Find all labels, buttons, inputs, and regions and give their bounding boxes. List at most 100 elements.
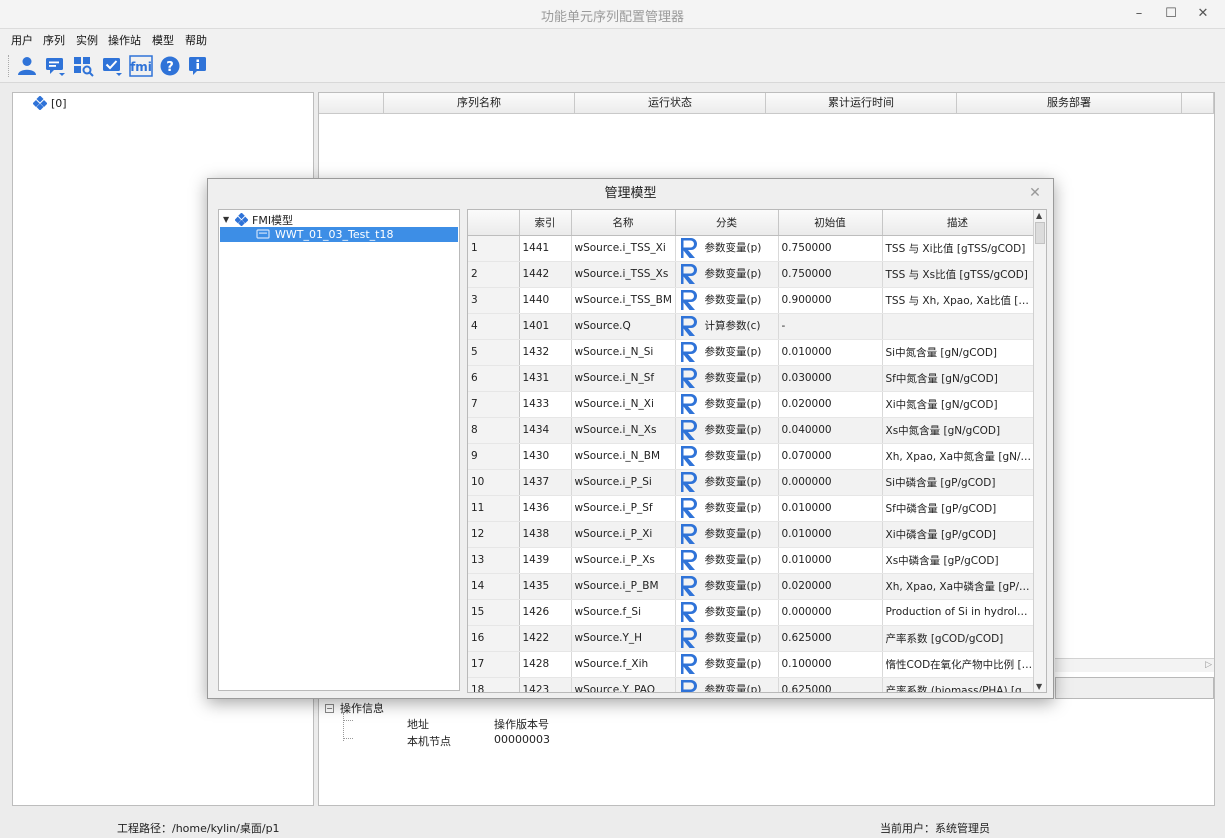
category-cell: 参数变量(p) — [675, 391, 779, 418]
table-row[interactable]: 1 1441 wSource.i_TSS_Xi 参数变量(p) 0.750000 TSS … — [468, 235, 1034, 262]
col-header-sequence-name[interactable]: 序列名称 — [384, 93, 575, 114]
ops-info-node[interactable]: − 操作信息 — [325, 700, 384, 716]
instance-icon[interactable] — [72, 55, 94, 77]
table-row[interactable]: 6 1431 wSource.i_N_Sf 参数变量(p) 0.030000 Sf中氮含量… — [468, 365, 1034, 392]
vertical-scrollbar[interactable]: ▲ ▼ — [1033, 210, 1046, 692]
table-row[interactable]: 16 1422 wSource.Y_H 参数变量(p) 0.625000 产率系数 [gC… — [468, 625, 1034, 652]
category-cell: 参数变量(p) — [675, 365, 779, 392]
tree-root-item[interactable]: [0] — [33, 95, 67, 111]
category-cell: 参数变量(p) — [675, 495, 779, 522]
description-cell: 产率系数 [gCOD/gCOD] — [882, 625, 1034, 652]
menu-sequence[interactable]: 序列 — [43, 32, 65, 48]
table-row[interactable]: 4 1401 wSource.Q 计算参数(c) - — [468, 313, 1034, 340]
r-type-icon — [680, 680, 697, 692]
table-row[interactable]: 13 1439 wSource.i_P_Xs 参数变量(p) 0.010000 Xs中磷含… — [468, 547, 1034, 574]
maximize-button[interactable]: ☐ — [1160, 4, 1182, 24]
col-header-category[interactable]: 分类 — [675, 210, 779, 236]
initial-value-cell: 0.010000 — [778, 521, 883, 548]
collapse-icon[interactable]: − — [325, 703, 334, 713]
close-button[interactable]: ✕ — [1192, 4, 1214, 24]
name-cell: wSource.i_P_Xi — [571, 521, 676, 548]
info-icon[interactable] — [187, 55, 209, 77]
category-label: 参数变量(p) — [704, 242, 762, 254]
category-cell: 参数变量(p) — [675, 339, 779, 366]
table-row[interactable]: 8 1434 wSource.i_N_Xs 参数变量(p) 0.040000 Xs中氮含量… — [468, 417, 1034, 444]
col-header-name[interactable]: 名称 — [571, 210, 676, 236]
expand-arrow-icon[interactable]: ▼ — [223, 215, 235, 224]
name-cell: wSource.i_N_Xs — [571, 417, 676, 444]
model-file-icon — [256, 229, 270, 239]
r-type-icon — [680, 238, 697, 258]
description-cell: 产率系数 (biomass/PHA) [gC… — [882, 677, 1034, 692]
menu-model[interactable]: 模型 — [152, 32, 174, 48]
row-number-cell: 11 — [468, 495, 520, 522]
name-cell: wSource.i_TSS_BM — [571, 287, 676, 314]
index-cell: 1436 — [519, 495, 572, 522]
table-row[interactable]: 3 1440 wSource.i_TSS_BM 参数变量(p) 0.900000 TSS … — [468, 287, 1034, 314]
table-row[interactable]: 14 1435 wSource.i_P_BM 参数变量(p) 0.020000 Xh, X… — [468, 573, 1034, 600]
sequence-icon[interactable] — [44, 55, 66, 77]
ops-label: 地址 — [407, 718, 429, 731]
category-cell: 参数变量(p) — [675, 677, 779, 692]
table-row[interactable]: 9 1430 wSource.i_N_BM 参数变量(p) 0.070000 Xh, Xp… — [468, 443, 1034, 470]
fmi-icon-label: fmi — [130, 60, 152, 74]
fmi-icon[interactable]: fmi — [129, 55, 153, 77]
menu-station[interactable]: 操作站 — [108, 32, 141, 48]
r-type-icon — [680, 498, 697, 518]
minimize-button[interactable]: – — [1128, 4, 1150, 24]
description-cell: Sf中磷含量 [gP/gCOD] — [882, 495, 1034, 522]
menu-help[interactable]: 帮助 — [185, 32, 207, 48]
name-cell: wSource.f_Si — [571, 599, 676, 626]
col-header-description[interactable]: 描述 — [882, 210, 1034, 236]
initial-value-cell: 0.040000 — [778, 417, 883, 444]
table-row[interactable]: 10 1437 wSource.i_P_Si 参数变量(p) 0.000000 Si中磷含… — [468, 469, 1034, 496]
table-row[interactable]: 18 1423 wSource.Y_PAO 参数变量(p) 0.625000 产率系数 (… — [468, 677, 1034, 692]
scroll-thumb[interactable] — [1035, 222, 1045, 244]
user-icon[interactable] — [16, 55, 38, 77]
station-icon[interactable] — [101, 55, 123, 77]
help-icon[interactable]: ? — [159, 55, 181, 77]
scroll-right-icon[interactable]: ▷ — [1205, 660, 1212, 670]
category-label: 参数变量(p) — [704, 424, 762, 436]
table-row[interactable]: 15 1426 wSource.f_Si 参数变量(p) 0.000000 Product… — [468, 599, 1034, 626]
row-number-cell: 1 — [468, 235, 520, 262]
row-number-cell: 10 — [468, 469, 520, 496]
category-cell: 参数变量(p) — [675, 599, 779, 626]
row-number-cell: 14 — [468, 573, 520, 600]
model-tree[interactable]: ▼ FMI模型 WWT_01_03_Test_t18 — [218, 209, 460, 691]
table-row[interactable]: 5 1432 wSource.i_N_Si 参数变量(p) 0.010000 Si中氮含量… — [468, 339, 1034, 366]
col-header-blank — [319, 93, 384, 114]
initial-value-cell: 0.000000 — [778, 469, 883, 496]
horizontal-scrollbar[interactable]: ▷ — [1055, 658, 1214, 672]
category-cell: 参数变量(p) — [675, 625, 779, 652]
model-variable-table[interactable]: 索引 名称 分类 初始值 描述 1 1441 wSource.i_TSS_Xi 参数变… — [467, 209, 1047, 693]
category-cell: 参数变量(p) — [675, 235, 779, 262]
row-number-cell: 8 — [468, 417, 520, 444]
description-cell — [882, 313, 1034, 340]
row-number-cell: 7 — [468, 391, 520, 418]
menu-instance[interactable]: 实例 — [76, 32, 98, 48]
table-row[interactable]: 12 1438 wSource.i_P_Xi 参数变量(p) 0.010000 Xi中磷含… — [468, 521, 1034, 548]
col-header-run-time[interactable]: 累计运行时间 — [766, 93, 957, 114]
category-label: 参数变量(p) — [704, 372, 762, 384]
col-header-run-state[interactable]: 运行状态 — [575, 93, 766, 114]
row-number-cell: 13 — [468, 547, 520, 574]
ops-value: 操作版本号 — [494, 718, 549, 731]
table-row[interactable]: 11 1436 wSource.i_P_Sf 参数变量(p) 0.010000 Sf中磷含… — [468, 495, 1034, 522]
model-tree-item-selected[interactable]: WWT_01_03_Test_t18 — [220, 227, 458, 242]
col-header-deployment[interactable]: 服务部署 — [957, 93, 1182, 114]
table-row[interactable]: 2 1442 wSource.i_TSS_Xs 参数变量(p) 0.750000 TSS … — [468, 261, 1034, 288]
col-header-initial-value[interactable]: 初始值 — [778, 210, 883, 236]
index-cell: 1435 — [519, 573, 572, 600]
menu-user[interactable]: 用户 — [11, 32, 33, 48]
scroll-up-icon[interactable]: ▲ — [1036, 211, 1042, 220]
table-row[interactable]: 17 1428 wSource.f_Xih 参数变量(p) 0.100000 惰性COD在… — [468, 651, 1034, 678]
model-tree-root[interactable]: ▼ FMI模型 — [223, 212, 293, 227]
name-cell: wSource.i_N_Si — [571, 339, 676, 366]
ops-value: 00000003 — [494, 733, 550, 746]
dialog-close-icon[interactable]: ✕ — [1027, 185, 1043, 201]
name-cell: wSource.i_TSS_Xs — [571, 261, 676, 288]
table-row[interactable]: 7 1433 wSource.i_N_Xi 参数变量(p) 0.020000 Xi中氮含量… — [468, 391, 1034, 418]
scroll-down-icon[interactable]: ▼ — [1036, 682, 1042, 691]
col-header-index[interactable]: 索引 — [519, 210, 572, 236]
